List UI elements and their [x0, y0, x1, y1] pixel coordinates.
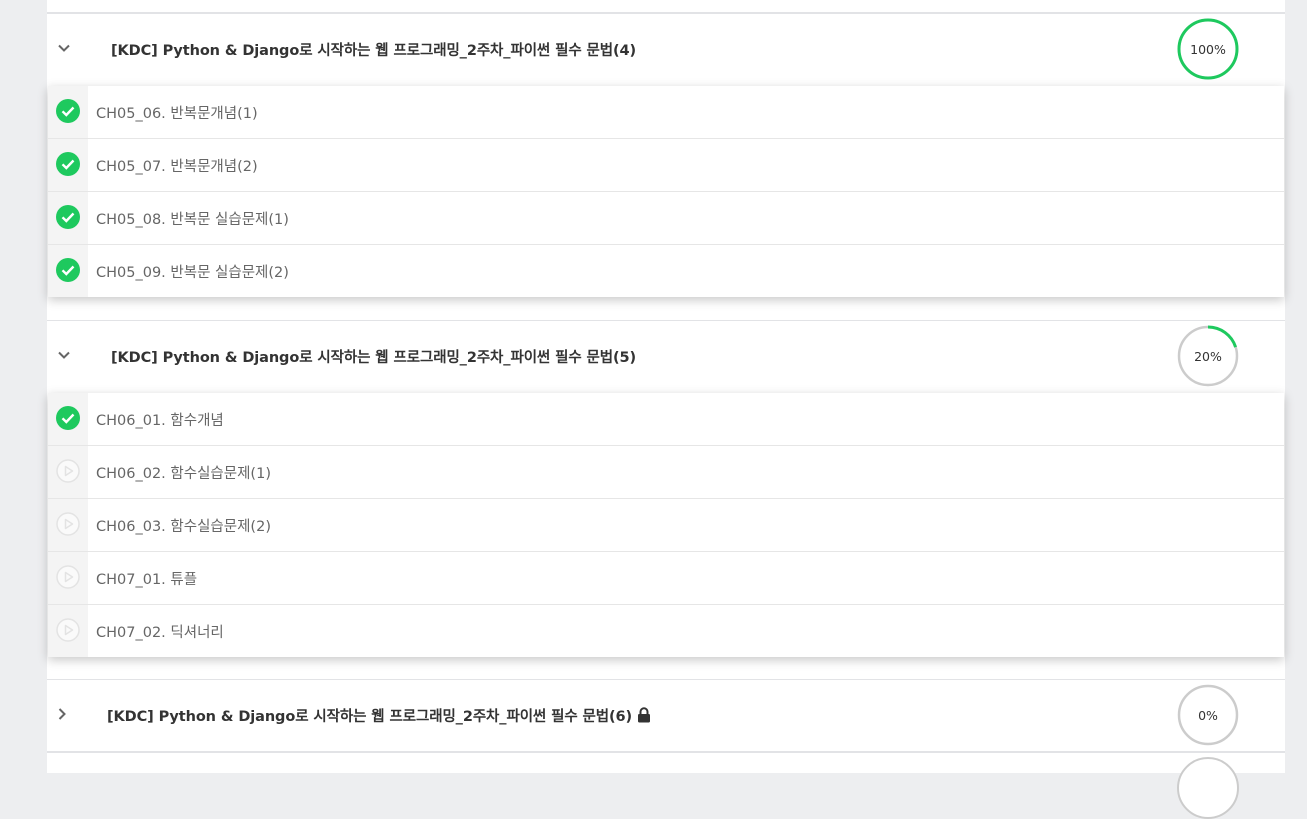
lesson-title: CH06_02. 함수실습문제(1) [96, 465, 271, 482]
next-course-panel [47, 752, 1285, 773]
chevron-down-icon[interactable] [55, 346, 73, 364]
lesson-item[interactable]: CH05_09. 반복문 실습문제(2) [48, 245, 1284, 297]
course-title: [KDC] Python & Django로 시작하는 웹 프로그래밍_2주차_… [111, 349, 637, 366]
lesson-title: CH06_01. 함수개념 [96, 412, 224, 429]
course-title: [KDC] Python & Django로 시작하는 웹 프로그래밍_2주차_… [107, 708, 633, 725]
lesson-title: CH05_09. 반복문 실습문제(2) [96, 264, 289, 281]
progress-ring: 100% [1177, 18, 1239, 80]
lesson-item[interactable]: CH07_02. 딕셔너리 [48, 605, 1284, 657]
play-circle-icon[interactable] [56, 512, 80, 536]
lesson-item[interactable]: CH07_01. 튜플 [48, 552, 1284, 605]
lesson-title: CH06_03. 함수실습문제(2) [96, 518, 271, 535]
lesson-title: CH05_08. 반복문 실습문제(1) [96, 211, 289, 228]
lesson-title: CH07_01. 튜플 [96, 571, 198, 588]
check-circle-icon [56, 152, 80, 176]
progress-ring: 20% [1177, 325, 1239, 387]
check-circle-icon [56, 99, 80, 123]
lesson-item[interactable]: CH06_01. 함수개념 [48, 393, 1284, 446]
course-title-row: [KDC] Python & Django로 시작하는 웹 프로그래밍_2주차_… [107, 680, 651, 750]
course-header[interactable]: [KDC] Python & Django로 시작하는 웹 프로그래밍_2주차_… [47, 14, 1285, 84]
course-header[interactable]: [KDC] Python & Django로 시작하는 웹 프로그래밍_2주차_… [47, 680, 1285, 750]
lesson-list: CH06_01. 함수개념 CH06_02. 함수실습문제(1) CH06_03… [48, 393, 1284, 657]
chevron-down-icon[interactable] [55, 39, 73, 57]
check-circle-icon [56, 205, 80, 229]
check-circle-icon [56, 406, 80, 430]
course-header[interactable]: [KDC] Python & Django로 시작하는 웹 프로그래밍_2주차_… [47, 321, 1285, 391]
lesson-item[interactable]: CH05_07. 반복문개념(2) [48, 139, 1284, 192]
progress-percent: 0% [1198, 707, 1218, 723]
lock-icon [638, 707, 651, 723]
course-title: [KDC] Python & Django로 시작하는 웹 프로그래밍_2주차_… [111, 42, 637, 59]
lesson-item[interactable]: CH05_08. 반복문 실습문제(1) [48, 192, 1284, 245]
lesson-item[interactable]: CH05_06. 반복문개념(1) [48, 86, 1284, 139]
play-circle-icon[interactable] [56, 618, 80, 642]
progress-ring: 0% [1177, 684, 1239, 746]
lesson-list: CH05_06. 반복문개념(1) CH05_07. 반복문개념(2) CH05… [48, 86, 1284, 297]
lesson-title: CH07_02. 딕셔너리 [96, 624, 224, 641]
check-circle-icon [56, 258, 80, 282]
play-circle-icon[interactable] [56, 565, 80, 589]
lesson-item[interactable]: CH06_02. 함수실습문제(1) [48, 446, 1284, 499]
lesson-item[interactable]: CH06_03. 함수실습문제(2) [48, 499, 1284, 552]
lesson-title: CH05_06. 반복문개념(1) [96, 105, 258, 122]
play-circle-icon[interactable] [56, 459, 80, 483]
lesson-title: CH05_07. 반복문개념(2) [96, 158, 258, 175]
previous-course-panel [47, 0, 1285, 13]
chevron-right-icon[interactable] [53, 705, 71, 723]
progress-percent: 100% [1190, 41, 1226, 57]
next-course-progress-ring [1177, 757, 1239, 819]
progress-percent: 20% [1194, 348, 1222, 364]
